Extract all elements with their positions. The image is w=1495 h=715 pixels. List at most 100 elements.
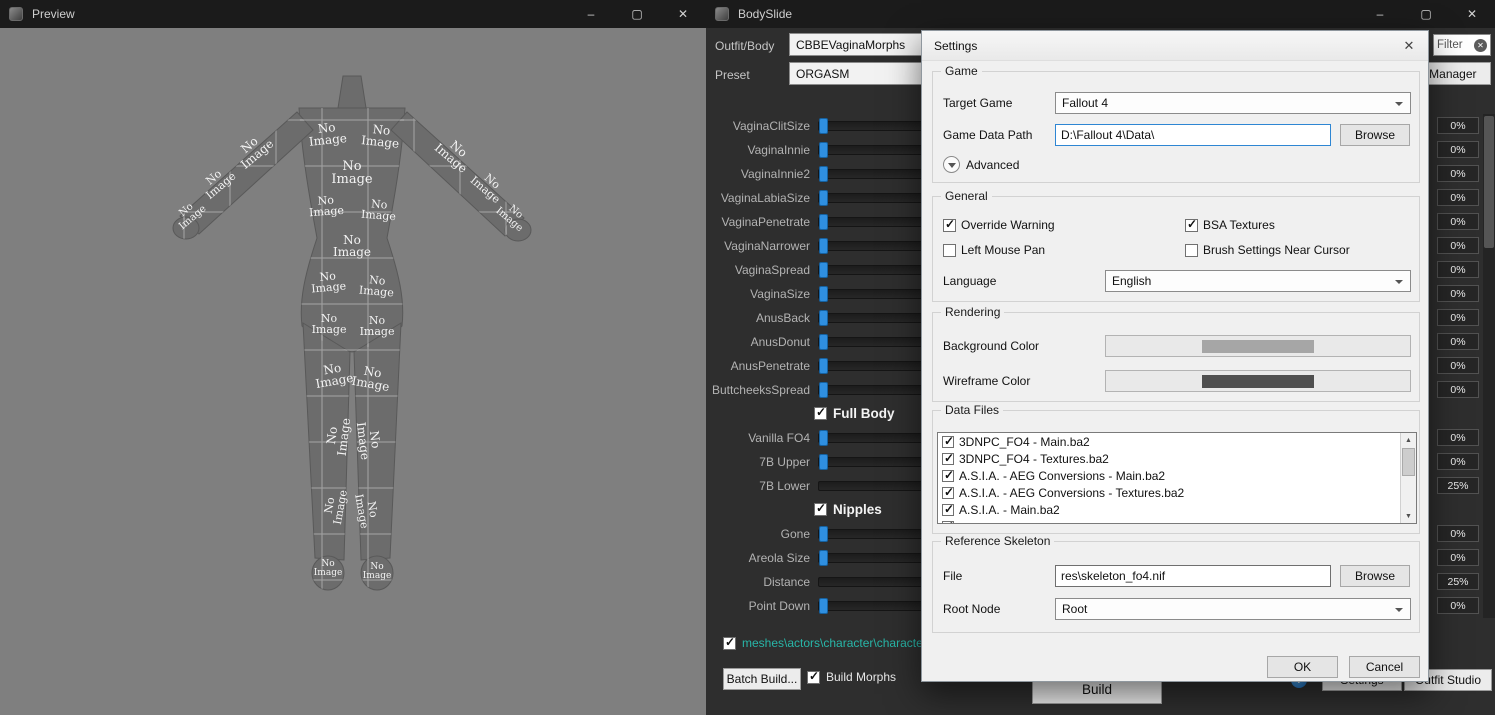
close-button[interactable]: ✕	[1449, 0, 1495, 28]
data-file-item[interactable]	[938, 518, 1399, 524]
data-file-item[interactable]: A.S.I.A. - AEG Conversions - Main.ba2	[938, 467, 1399, 484]
slider-handle[interactable]	[819, 214, 828, 230]
maximize-button[interactable]: ▢	[1403, 0, 1449, 28]
background-color-button[interactable]	[1105, 335, 1411, 357]
slider-value-field[interactable]: 0%	[1437, 213, 1479, 230]
language-select[interactable]: English	[1105, 270, 1411, 292]
slider-value-field[interactable]: 0%	[1437, 357, 1479, 374]
slider-handle[interactable]	[819, 166, 828, 182]
data-files-scrollbar[interactable]: ▲ ▼	[1400, 433, 1416, 523]
maximize-button[interactable]: ▢	[614, 0, 660, 28]
close-button[interactable]: ✕	[660, 0, 706, 28]
slider-value-field[interactable]: 0%	[1437, 237, 1479, 254]
checkbox-box-override-warning[interactable]	[943, 219, 956, 232]
slider-handle[interactable]	[819, 262, 828, 278]
checkbox-bsa-textures[interactable]: BSA Textures	[1185, 218, 1275, 232]
data-file-checkbox[interactable]	[942, 487, 954, 499]
scroll-up-icon[interactable]: ▲	[1401, 433, 1416, 447]
build-morphs-option[interactable]: Build Morphs	[807, 670, 896, 684]
slider-value-field[interactable]: 0%	[1437, 285, 1479, 302]
scrollbar-thumb[interactable]	[1402, 448, 1415, 476]
slider-handle[interactable]	[819, 334, 828, 350]
slider-handle[interactable]	[819, 598, 828, 614]
checkbox-box-bsa-textures[interactable]	[1185, 219, 1198, 232]
slider-value-field[interactable]: 0%	[1437, 549, 1479, 566]
slider-handle[interactable]	[819, 310, 828, 326]
slider-handle[interactable]	[819, 286, 828, 302]
checkbox-override-warning[interactable]: Override Warning	[943, 218, 1055, 232]
checkbox-box-brush-settings-near-cursor[interactable]	[1185, 244, 1198, 257]
preview-window-title: Preview	[32, 7, 75, 21]
slider-handle[interactable]	[819, 118, 828, 134]
browse-skeleton-button[interactable]: Browse	[1340, 565, 1410, 587]
checkbox-box-left-mouse-pan[interactable]	[943, 244, 956, 257]
minimize-button[interactable]: –	[568, 0, 614, 28]
data-file-checkbox[interactable]	[942, 521, 954, 525]
data-file-item[interactable]: A.S.I.A. - Main.ba2	[938, 501, 1399, 518]
output-mesh-row: meshes\actors\character\characte	[723, 636, 923, 650]
filter-text: Filter	[1437, 39, 1463, 51]
slider-handle[interactable]	[819, 430, 828, 446]
slider-handle[interactable]	[819, 526, 828, 542]
game-data-path-input[interactable]: D:\Fallout 4\Data\	[1055, 124, 1331, 146]
bodyslide-titlebar[interactable]: BodySlide – ▢ ✕	[706, 0, 1495, 28]
group-general: General Override WarningBSA TexturesLeft…	[932, 196, 1420, 302]
slider-value-field[interactable]: 0%	[1437, 141, 1479, 158]
preview-viewport[interactable]: NoImageNoImageNoImageNoImageNoImageNoIma…	[0, 28, 706, 715]
slider-value-field[interactable]: 0%	[1437, 309, 1479, 326]
checkbox-left-mouse-pan[interactable]: Left Mouse Pan	[943, 243, 1045, 257]
browse-data-path-button[interactable]: Browse	[1340, 124, 1410, 146]
scroll-down-icon[interactable]: ▼	[1401, 509, 1416, 523]
batch-build-button[interactable]: Batch Build...	[723, 668, 801, 690]
slider-handle[interactable]	[819, 382, 828, 398]
slider-handle[interactable]	[819, 358, 828, 374]
data-files-list[interactable]: 3DNPC_FO4 - Main.ba23DNPC_FO4 - Textures…	[937, 432, 1417, 524]
slider-scrollbar[interactable]	[1483, 114, 1495, 618]
ok-button[interactable]: OK	[1267, 656, 1338, 678]
slider-value-field[interactable]: 0%	[1437, 453, 1479, 470]
data-file-checkbox[interactable]	[942, 436, 954, 448]
slider-handle[interactable]	[819, 190, 828, 206]
output-mesh-checkbox[interactable]	[723, 637, 736, 650]
slider-value-field[interactable]: 0%	[1437, 525, 1479, 542]
checkbox-brush-settings-near-cursor[interactable]: Brush Settings Near Cursor	[1185, 243, 1350, 257]
slider-value-field[interactable]: 0%	[1437, 117, 1479, 134]
clear-filter-icon[interactable]	[1474, 39, 1487, 52]
slider-value-field[interactable]: 25%	[1437, 477, 1479, 494]
cancel-button[interactable]: Cancel	[1349, 656, 1420, 678]
slider-value-field[interactable]: 0%	[1437, 333, 1479, 350]
settings-dialog-titlebar[interactable]: Settings ✕	[922, 31, 1428, 61]
scrollbar-thumb[interactable]	[1484, 116, 1494, 248]
section-label: Full Body	[833, 402, 895, 426]
target-game-select[interactable]: Fallout 4	[1055, 92, 1411, 114]
data-file-item[interactable]: A.S.I.A. - AEG Conversions - Textures.ba…	[938, 484, 1399, 501]
skeleton-file-input[interactable]: res\skeleton_fo4.nif	[1055, 565, 1331, 587]
slider-handle[interactable]	[819, 142, 828, 158]
root-node-select[interactable]: Root	[1055, 598, 1411, 620]
slider-value-field[interactable]: 0%	[1437, 597, 1479, 614]
advanced-label[interactable]: Advanced	[966, 158, 1019, 172]
build-morphs-checkbox[interactable]	[807, 671, 820, 684]
data-file-checkbox[interactable]	[942, 470, 954, 482]
slider-handle[interactable]	[819, 550, 828, 566]
advanced-expander-icon[interactable]	[943, 156, 960, 173]
slider-value-field[interactable]: 0%	[1437, 429, 1479, 446]
filter-input[interactable]: Filter	[1433, 34, 1491, 56]
slider-value-field[interactable]: 0%	[1437, 381, 1479, 398]
section-checkbox-full-body[interactable]	[814, 407, 827, 420]
data-file-item[interactable]: 3DNPC_FO4 - Textures.ba2	[938, 450, 1399, 467]
data-file-item[interactable]: 3DNPC_FO4 - Main.ba2	[938, 433, 1399, 450]
slider-value-field[interactable]: 0%	[1437, 165, 1479, 182]
preview-titlebar[interactable]: Preview – ▢ ✕	[0, 0, 706, 28]
wireframe-color-button[interactable]	[1105, 370, 1411, 392]
dialog-close-button[interactable]: ✕	[1396, 35, 1422, 57]
section-checkbox-nipples[interactable]	[814, 503, 827, 516]
data-file-checkbox[interactable]	[942, 453, 954, 465]
slider-handle[interactable]	[819, 238, 828, 254]
slider-value-field[interactable]: 0%	[1437, 261, 1479, 278]
slider-value-field[interactable]: 0%	[1437, 189, 1479, 206]
minimize-button[interactable]: –	[1357, 0, 1403, 28]
data-file-checkbox[interactable]	[942, 504, 954, 516]
slider-value-field[interactable]: 25%	[1437, 573, 1479, 590]
slider-handle[interactable]	[819, 454, 828, 470]
